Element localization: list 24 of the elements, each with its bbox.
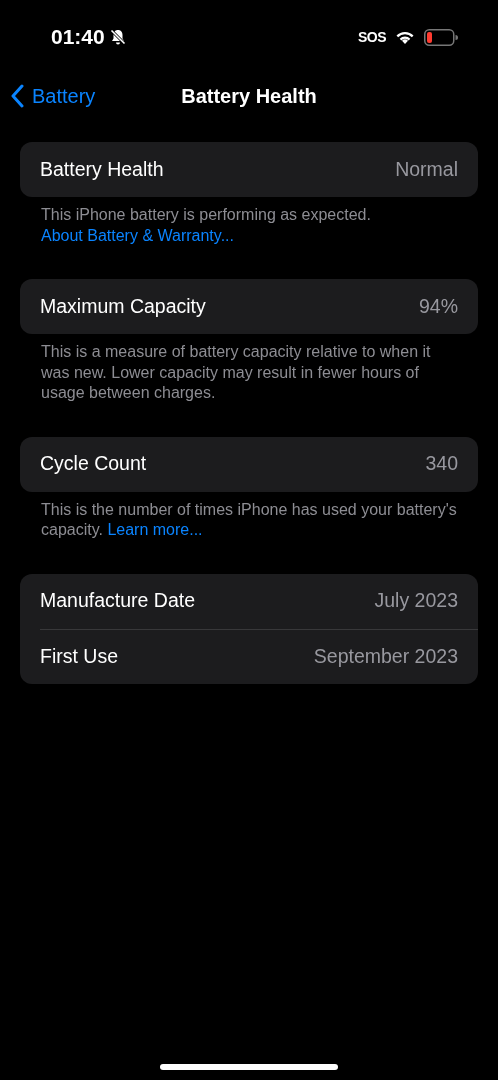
back-chevron-icon: [10, 84, 24, 108]
status-time: 01:40: [51, 24, 105, 51]
row-value: 340: [425, 451, 458, 477]
row-value: Normal: [395, 156, 458, 182]
row-value: September 2023: [313, 643, 458, 669]
footer-note: This is a measure of battery capacity relative to when it was new. Lower capacity may result in fewer hours of usage between charges.: [40, 342, 432, 403]
mute-bell-icon: [108, 28, 127, 46]
learn-more-link[interactable]: About Battery & Warranty...: [41, 226, 234, 244]
wifi-icon: [394, 29, 416, 45]
row-value: 94%: [418, 293, 458, 319]
home-indicator[interactable]: [160, 1064, 338, 1070]
row-label: Cycle Count: [40, 451, 147, 477]
row-label: First Use: [40, 643, 118, 669]
battery-icon: [424, 28, 458, 46]
row-label: Battery Health: [40, 156, 164, 182]
footer-note: This is the number of times iPhone has used your battery's capacity. Learn more...: [40, 499, 458, 540]
page-title: Battery Health: [181, 85, 317, 107]
footer-note: This iPhone battery is performing as expected. About Battery & Warranty...: [40, 205, 372, 246]
back-button[interactable]: Battery: [0, 81, 96, 111]
sos-indicator: SOS: [357, 27, 386, 47]
row-value: July 2023: [374, 588, 458, 614]
row-label: Manufacture Date: [40, 588, 195, 614]
row-label: Maximum Capacity: [40, 293, 206, 319]
learn-more-link[interactable]: Learn more...: [107, 521, 203, 538]
